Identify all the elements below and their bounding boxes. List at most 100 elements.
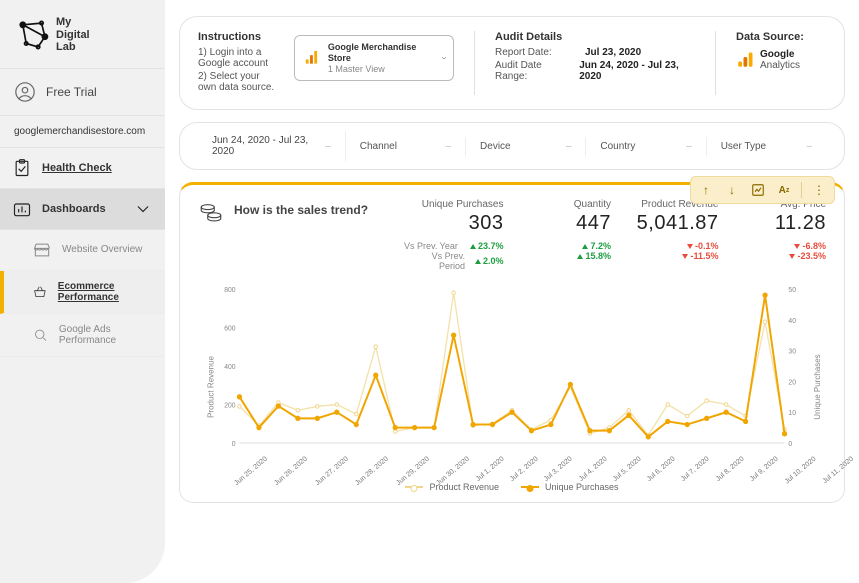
legend-unique-purchases: Unique Purchases: [521, 482, 619, 492]
kpi-label: Quantity: [512, 199, 612, 210]
chart-wrap: ↑ ↓ Az ⋮ How is the sales trend? Unique …: [179, 182, 845, 503]
ga-bars-icon: [736, 51, 754, 69]
y-axis-left-label: Product Revenue: [206, 356, 215, 418]
svg-text:0: 0: [232, 441, 236, 448]
instructions-line-1: 1) Login into a Google account: [198, 47, 280, 69]
kpi-value: 5,041.87: [619, 212, 719, 235]
filter-country[interactable]: Country–: [586, 137, 706, 156]
text-format-icon[interactable]: Az: [775, 181, 793, 199]
vs-prev-period-value: 15.8%: [577, 251, 611, 261]
x-tick: Jul 11, 2020: [818, 451, 855, 485]
x-tick: Jul 3, 2020: [539, 451, 574, 483]
svg-text:50: 50: [788, 287, 796, 294]
report-date-value: Jul 23, 2020: [585, 47, 641, 58]
nav-dashboards[interactable]: Dashboards: [0, 189, 165, 230]
brand-logo: MyDigitalLab: [0, 8, 165, 68]
kpi-label: Unique Purchases: [404, 199, 504, 210]
x-tick: Jul 1, 2020: [471, 451, 506, 483]
kpi-product-revenue: Product Revenue5,041.87-0.1%-11.5%: [619, 199, 719, 271]
sidebar-item-website-overview[interactable]: Website Overview: [0, 230, 165, 271]
svg-text:0: 0: [788, 441, 792, 448]
y-axis-right-label: Unique Purchases: [813, 354, 822, 419]
brand-mark-icon: [16, 18, 50, 52]
sales-trend-card: How is the sales trend? Unique Purchases…: [179, 182, 845, 503]
vs-prev-year-label: Vs Prev. Year: [404, 241, 458, 251]
data-source-title: Data Source:: [736, 31, 826, 43]
x-tick: Jul 8, 2020: [711, 451, 746, 483]
selector-name: Google Merchandise Store: [328, 42, 435, 64]
audit-range-value: Jun 24, 2020 - Jul 23, 2020: [579, 60, 695, 82]
vs-prev-year-value: 7.2%: [582, 241, 611, 251]
basket-icon: [32, 282, 48, 302]
x-tick: Jul 4, 2020: [574, 451, 609, 483]
storefront-icon: [32, 240, 52, 260]
chart-type-icon[interactable]: [749, 181, 767, 199]
trial-label: Free Trial: [46, 85, 97, 99]
divider: [474, 31, 475, 95]
sort-asc-icon[interactable]: ↑: [697, 181, 715, 199]
instructions-card: Instructions 1) Login into a Google acco…: [179, 16, 845, 110]
filter-date-range[interactable]: Jun 24, 2020 - Jul 23, 2020–: [198, 131, 346, 161]
audit-range-label: Audit Date Range:: [495, 60, 571, 82]
svg-text:400: 400: [224, 364, 236, 371]
x-axis-ticks: Jun 25, 2020Jun 26, 2020Jun 27, 2020Jun …: [220, 451, 804, 464]
domain-label: googlemerchandisestore.com: [0, 116, 165, 148]
coins-icon: [198, 199, 224, 225]
filter-bar: Jun 24, 2020 - Jul 23, 2020– Channel– De…: [179, 122, 845, 170]
chart-plot[interactable]: 020040060080001020304050: [220, 281, 804, 451]
filter-user-type[interactable]: User Type–: [707, 137, 826, 156]
main-content: Instructions 1) Login into a Google acco…: [165, 0, 859, 583]
more-menu-icon[interactable]: ⋮: [810, 181, 828, 199]
sidebar: MyDigitalLab Free Trial googlemerchandis…: [0, 0, 165, 583]
kpi-quantity: Quantity 447 7.2%15.8%: [512, 199, 612, 271]
kpi-value: 303: [404, 212, 504, 235]
nav-health-check[interactable]: Health Check: [0, 148, 165, 189]
instructions-block: Instructions 1) Login into a Google acco…: [198, 31, 280, 95]
data-source-selector[interactable]: Google Merchandise Store 1 Master View: [294, 35, 454, 81]
brand-name: MyDigitalLab: [56, 16, 90, 54]
vs-prev-period-value: -11.5%: [682, 251, 718, 261]
sort-desc-icon[interactable]: ↓: [723, 181, 741, 199]
vs-prev-period-label: Vs Prev. Period: [404, 251, 465, 271]
user-circle-icon: [14, 81, 36, 103]
vs-prev-period-value: 2.0%: [475, 256, 504, 266]
svg-text:10: 10: [788, 410, 796, 417]
svg-text:600: 600: [224, 325, 236, 332]
x-tick: Jul 6, 2020: [642, 451, 677, 483]
kpi-avg-price: Avg. Price11.28-6.8%-23.5%: [727, 199, 827, 271]
clipboard-check-icon: [12, 158, 32, 178]
filter-channel[interactable]: Channel–: [346, 137, 466, 156]
chart-legend: Product Revenue Unique Purchases: [198, 482, 826, 492]
chart-header: How is the sales trend? Unique Purchases…: [198, 199, 826, 271]
chart-question: How is the sales trend?: [234, 203, 394, 217]
x-tick: Jul 9, 2020: [745, 451, 780, 483]
chevron-down-icon: [133, 199, 153, 219]
kpi-value: 447: [512, 212, 612, 235]
vs-prev-year-value: 23.7%: [470, 241, 504, 251]
account-trial-row[interactable]: Free Trial: [0, 68, 165, 116]
sidebar-item-google-ads-performance[interactable]: Google Ads Performance: [0, 314, 165, 357]
legend-product-revenue: Product Revenue: [405, 482, 499, 492]
filter-device[interactable]: Device–: [466, 137, 586, 156]
kpi-unique-purchases: Unique Purchases 303 Vs Prev. Year 23.7% Vs …: [404, 199, 504, 271]
svg-text:200: 200: [224, 402, 236, 409]
ga-bars-icon: [303, 49, 320, 67]
x-tick: Jul 5, 2020: [608, 451, 643, 483]
x-tick: Jul 2, 2020: [505, 451, 540, 483]
audit-details: Audit Details Report Date:Jul 23, 2020 A…: [495, 31, 695, 95]
instructions-line-2: 2) Select your own data source.: [198, 71, 280, 93]
sidebar-item-ecommerce-performance[interactable]: Ecommerce Performance: [0, 271, 165, 314]
instructions-title: Instructions: [198, 31, 280, 43]
data-source-selector-wrap: Google Merchandise Store 1 Master View: [294, 31, 454, 95]
x-tick: Jul 7, 2020: [676, 451, 711, 483]
svg-text:800: 800: [224, 287, 236, 294]
audit-title: Audit Details: [495, 31, 695, 43]
vs-prev-year-value: -6.8%: [794, 241, 826, 251]
toolbar-divider: [801, 182, 802, 198]
chart-toolbar: ↑ ↓ Az ⋮: [690, 176, 835, 204]
data-source-block: Data Source: GoogleAnalytics: [736, 31, 826, 95]
google-analytics-logo: GoogleAnalytics: [736, 49, 826, 71]
x-tick: Jul 10, 2020: [780, 451, 818, 485]
chart-body: Product Revenue Unique Purchases 0 200 400…: [198, 281, 826, 492]
divider: [715, 31, 716, 95]
